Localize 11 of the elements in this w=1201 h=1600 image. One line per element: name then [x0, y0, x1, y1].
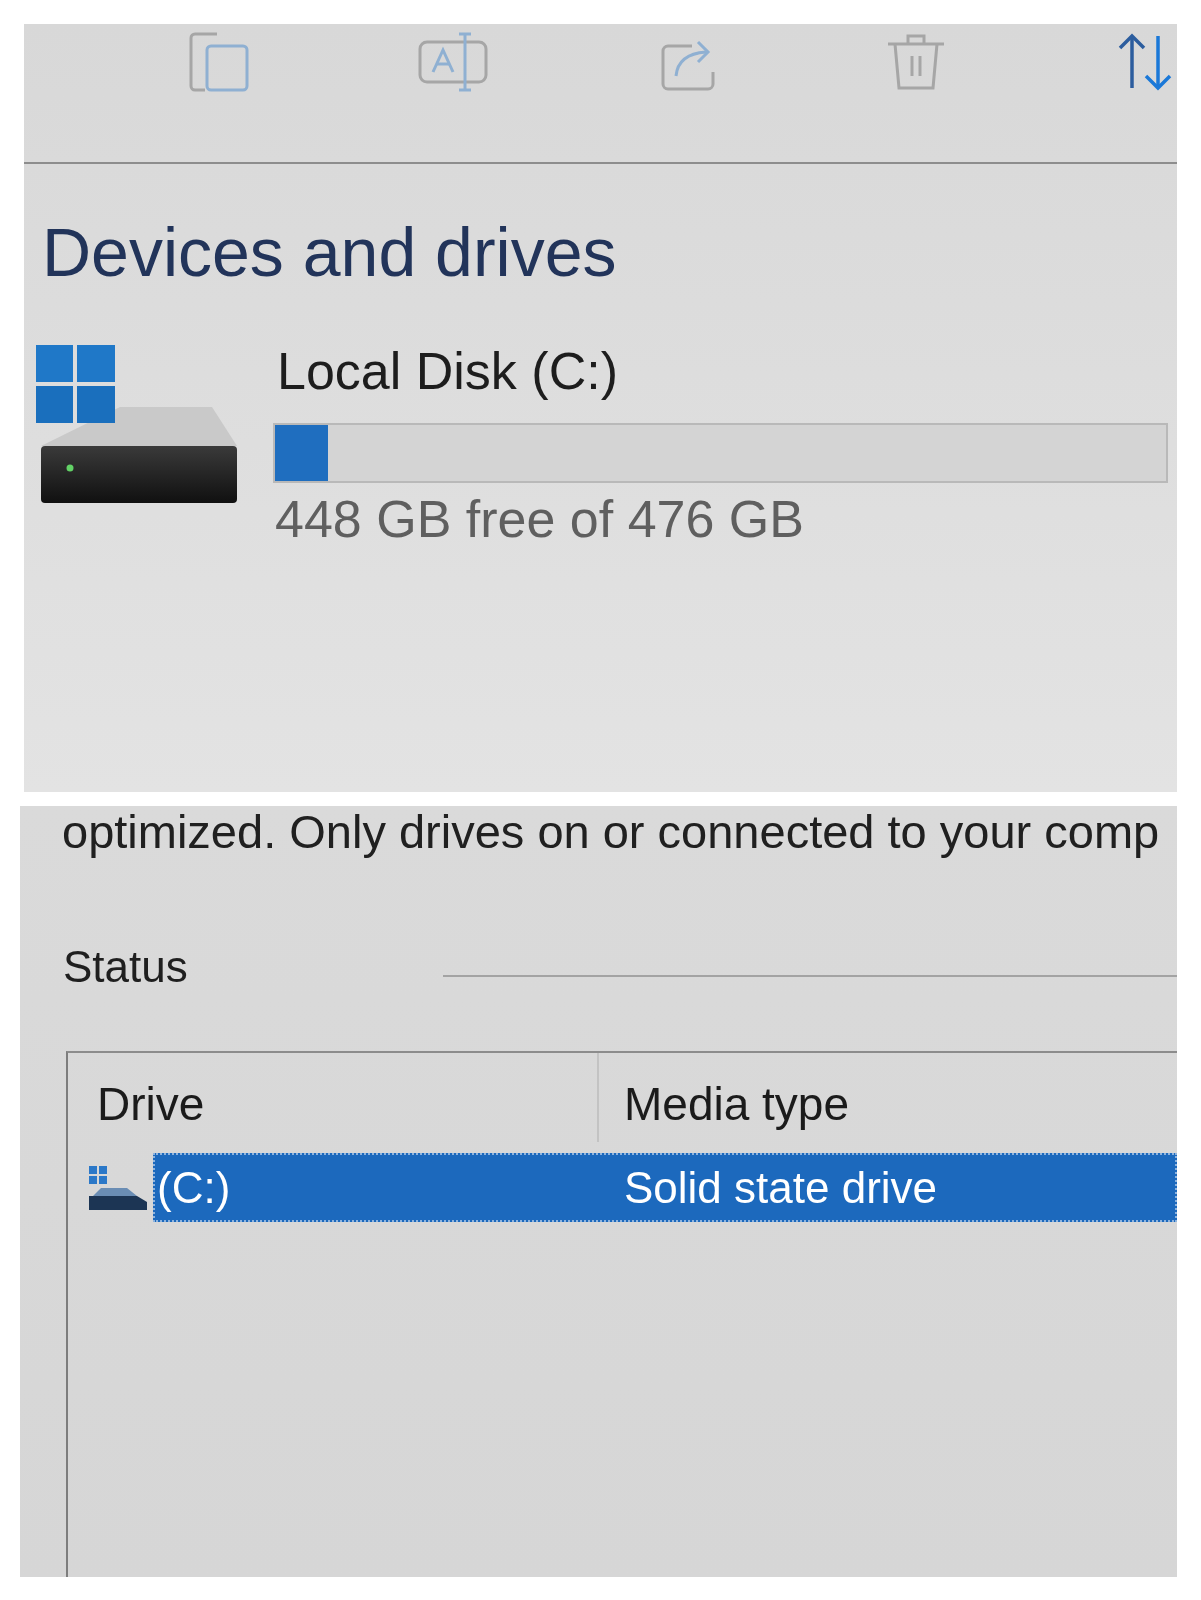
drive-name[interactable]: Local Disk (C:): [273, 339, 1168, 403]
description-text: optimized. Only drives on or connected to your comp: [61, 806, 1161, 858]
status-label: Status: [63, 941, 188, 993]
drive-icon: [87, 1163, 148, 1212]
drive-cell-text: (C:): [156, 1161, 232, 1214]
column-header[interactable]: Drive: [68, 1053, 597, 1142]
column-header[interactable]: Media type: [597, 1053, 1177, 1142]
selected-row-highlight[interactable]: (C:) Solid state drive: [153, 1153, 1177, 1222]
media-type-cell-text: Solid state drive: [623, 1161, 939, 1214]
section-title: Devices and drives: [42, 213, 618, 292]
free-space-text: 448 GB free of 476 GB: [274, 489, 805, 550]
